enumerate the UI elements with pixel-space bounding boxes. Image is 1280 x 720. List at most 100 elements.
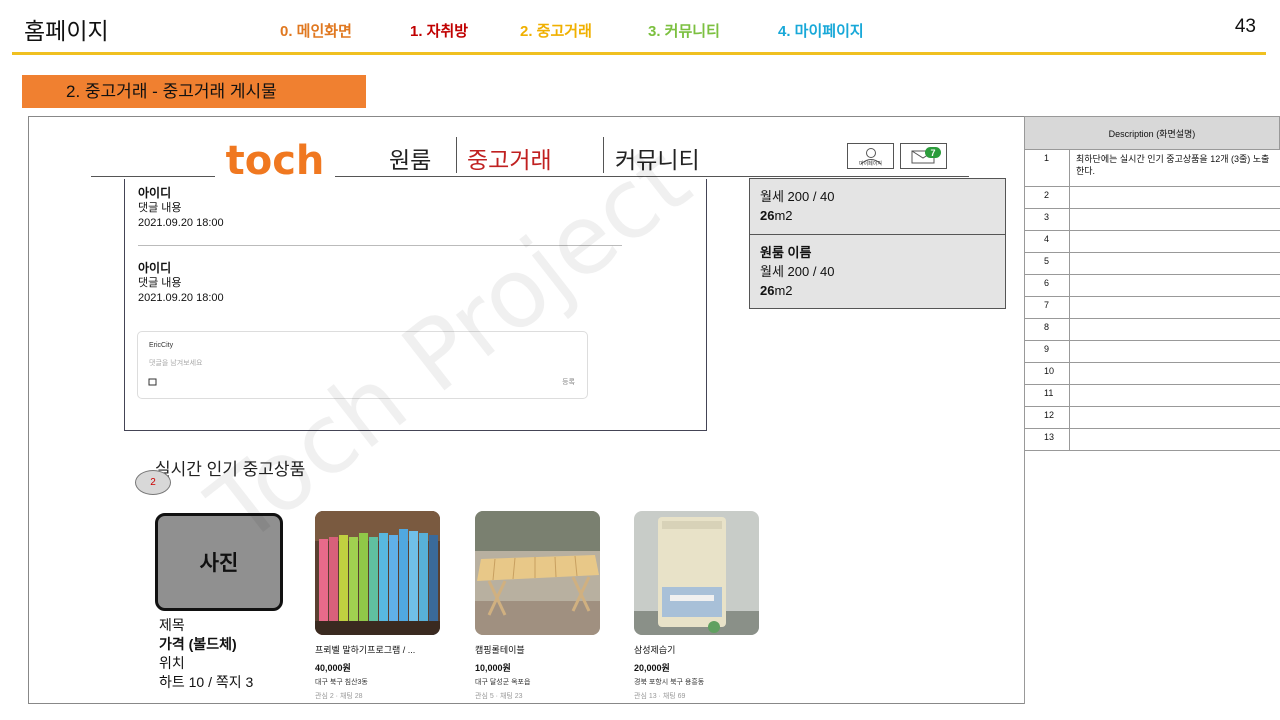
logo-text: toch: [225, 138, 325, 184]
product-thumbnail-books[interactable]: [315, 511, 440, 635]
product-location: 경북 포항시 북구 용흥동: [634, 679, 705, 686]
listing-card[interactable]: 월세 200 / 40 26m2: [749, 178, 1006, 235]
site-nav-room[interactable]: 원룸: [389, 141, 431, 175]
description-row-text: [1070, 297, 1280, 318]
description-row: 3: [1024, 209, 1280, 231]
product-card[interactable]: 프뢰벨 말하기프로그램 / ... 40,000원 대구 북구 침산3동 관심 …: [315, 511, 441, 701]
description-row-number: 4: [1025, 231, 1070, 252]
description-row-text: [1070, 385, 1280, 406]
product-card[interactable]: 삼성제습기 20,000원 경북 포항시 북구 용흥동 관심 13 · 채팅 6…: [634, 511, 760, 701]
description-row-number: 6: [1025, 275, 1070, 296]
comment-content: 댓글 내용: [138, 277, 182, 289]
listing-price: 월세 200 / 40: [760, 264, 835, 279]
description-header: Description (화면설명): [1024, 116, 1280, 150]
message-count-badge: 7: [925, 147, 941, 158]
top-nav-used-trade[interactable]: 2. 중고거래: [520, 20, 648, 41]
top-nav-room[interactable]: 1. 자취방: [410, 20, 520, 41]
listing-size-value: 26: [760, 283, 775, 298]
comment-date: 2021.09.20 18:00: [138, 217, 224, 229]
description-row: 10: [1024, 363, 1280, 385]
reply-input[interactable]: 댓글을 남겨보세요: [149, 358, 202, 368]
product-price: 40,000원: [315, 663, 351, 673]
product-location: 대구 북구 침산3동: [315, 679, 368, 686]
messages-button[interactable]: 7: [900, 143, 947, 169]
comment-author: 아이디: [138, 261, 172, 275]
popular-section-title: 실시간 인기 중고상품: [155, 460, 306, 479]
product-location: 대구 달성군 옥포읍: [475, 679, 531, 686]
product-thumbnail-table[interactable]: [475, 511, 600, 635]
listing-name: 원룸 이름: [760, 245, 812, 260]
description-row: 5: [1024, 253, 1280, 275]
description-row-text: [1070, 209, 1280, 230]
description-row-text: [1070, 231, 1280, 252]
description-row-text: [1070, 341, 1280, 362]
listing-size: 26m2: [760, 206, 995, 225]
description-row-number: 12: [1025, 407, 1070, 428]
description-row: 7: [1024, 297, 1280, 319]
description-row-text: [1070, 275, 1280, 296]
description-row: 6: [1024, 275, 1280, 297]
mypage-button[interactable]: 마이페이지: [847, 143, 894, 169]
reply-submit-button[interactable]: 등록: [562, 377, 575, 387]
top-nav-community[interactable]: 3. 커뮤니티: [648, 20, 778, 41]
description-row-text: [1070, 319, 1280, 340]
description-row: 4: [1024, 231, 1280, 253]
description-row-number: 5: [1025, 253, 1070, 274]
slide-top-nav: 0. 메인화면 1. 자취방 2. 중고거래 3. 커뮤니티 4. 마이페이지: [280, 20, 908, 41]
product-title: 프뢰벨 말하기프로그램 / ...: [315, 645, 416, 655]
slide-page-number: 43: [1234, 16, 1256, 37]
site-nav-used-trade[interactable]: 중고거래: [467, 141, 552, 175]
reply-box[interactable]: EricCity 댓글을 남겨보세요 등록: [137, 331, 588, 399]
description-row-number: 1: [1025, 150, 1070, 186]
camera-icon[interactable]: [148, 377, 157, 388]
description-row-number: 13: [1025, 429, 1070, 450]
description-row: 9: [1024, 341, 1280, 363]
listing-size: 26m2: [760, 281, 995, 300]
description-row: 2: [1024, 187, 1280, 209]
comment-date: 2021.09.20 18:00: [138, 292, 224, 304]
template-price: 가격 (볼드체): [159, 636, 237, 652]
description-row: 8: [1024, 319, 1280, 341]
description-row-text: [1070, 429, 1280, 450]
description-row-text: [1070, 363, 1280, 384]
product-stats: 관심 2 · 채팅 28: [315, 693, 363, 700]
comment-author: 아이디: [138, 186, 172, 200]
photo-placeholder: 사진: [155, 513, 283, 611]
comments-panel: 아이디 댓글 내용 2021.09.20 18:00 아이디 댓글 내용 202…: [124, 179, 707, 431]
description-row-text: [1070, 253, 1280, 274]
product-title: 캠핑롤테이블: [475, 645, 525, 655]
product-stats: 관심 13 · 채팅 69: [634, 693, 686, 700]
description-table-border: [1024, 450, 1025, 704]
template-location: 위치: [159, 655, 185, 671]
description-row-number: 7: [1025, 297, 1070, 318]
site-nav-community[interactable]: 커뮤니티: [615, 141, 700, 175]
slide-title: 홈페이지: [24, 18, 109, 44]
comment-item: 아이디 댓글 내용 2021.09.20 18:00: [138, 186, 224, 231]
top-nav-main[interactable]: 0. 메인화면: [280, 20, 410, 41]
product-thumbnail-dehumidifier[interactable]: [634, 511, 759, 635]
description-table: Description (화면설명) 1 최하단에는 실시간 인기 중고상품을 …: [1024, 116, 1280, 451]
header-divider: [12, 52, 1266, 55]
description-row-text: [1070, 187, 1280, 208]
description-row-number: 8: [1025, 319, 1070, 340]
description-row: 12: [1024, 407, 1280, 429]
product-stats: 관심 5 · 채팅 23: [475, 693, 523, 700]
mockup-frame: toch 원룸 중고거래 커뮤니티 마이페이지 7 아이디 댓글 내용 2021…: [28, 116, 1025, 704]
nav-separator: [456, 137, 457, 173]
description-row-text: [1070, 407, 1280, 428]
comment-item: 아이디 댓글 내용 2021.09.20 18:00: [138, 261, 224, 306]
reply-username: EricCity: [149, 342, 174, 349]
comment-content: 댓글 내용: [138, 202, 182, 214]
description-row-number: 9: [1025, 341, 1070, 362]
description-row-number: 3: [1025, 209, 1070, 230]
template-title: 제목: [159, 617, 185, 633]
description-row-number: 2: [1025, 187, 1070, 208]
template-stats: 하트 10 / 쪽지 3: [159, 674, 254, 690]
product-card[interactable]: 캠핑롤테이블 10,000원 대구 달성군 옥포읍 관심 5 · 채팅 23: [475, 511, 601, 701]
listing-card[interactable]: 원룸 이름 월세 200 / 40 26m2: [749, 234, 1006, 309]
description-row-number: 10: [1025, 363, 1070, 384]
comment-divider: [138, 245, 622, 246]
annotation-marker: 2: [135, 470, 171, 495]
top-nav-mypage[interactable]: 4. 마이페이지: [778, 20, 908, 41]
mypage-label: 마이페이지: [858, 161, 882, 167]
